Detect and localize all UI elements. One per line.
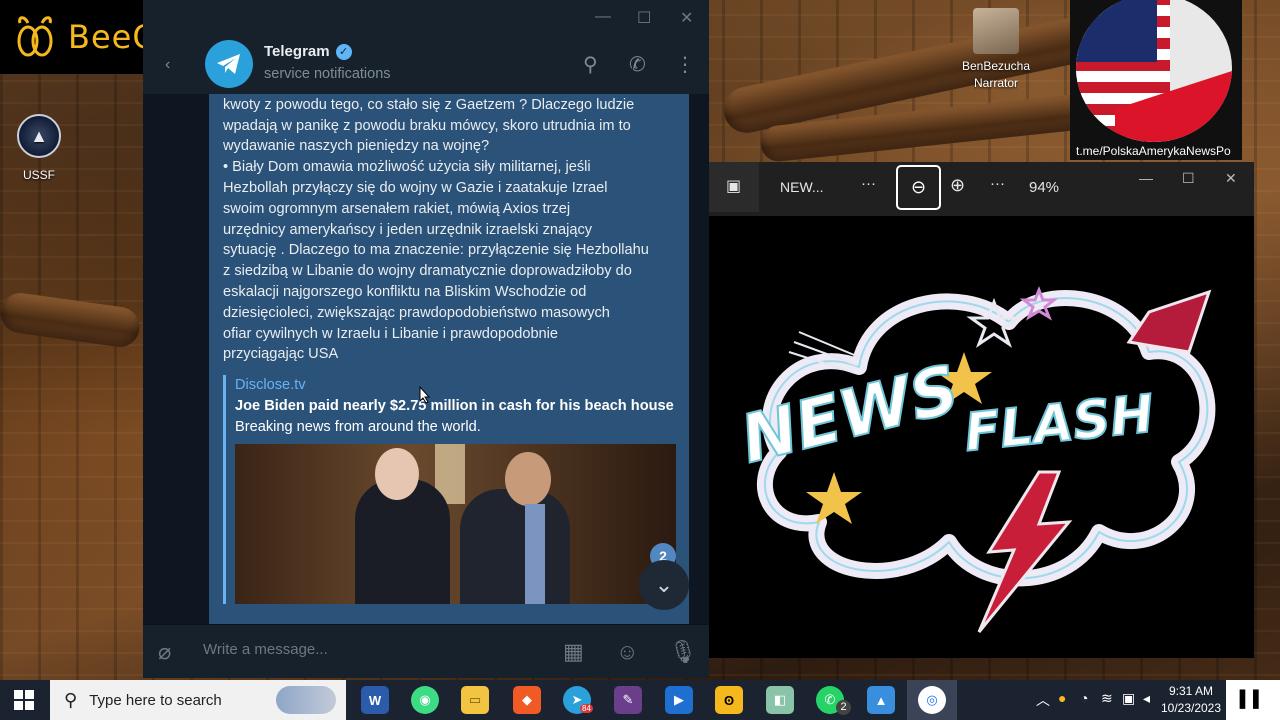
chevron-down-icon: ⌄ <box>654 572 674 597</box>
notes-app-icon[interactable]: ◧ <box>766 686 794 714</box>
whatsapp-badge: 2 <box>836 700 851 715</box>
file-name-tab[interactable]: NEW... <box>780 179 824 195</box>
chat-avatar[interactable] <box>205 40 253 88</box>
gallery-button[interactable]: ▣ <box>709 162 759 212</box>
channel-link: t.me/PolskaAmerykaNewsPo <box>1076 144 1231 158</box>
news-flash-image: NEWS FLASH <box>733 285 1216 633</box>
link-preview[interactable]: Disclose.tv Joe Biden paid nearly $2.75 … <box>223 375 676 604</box>
message-bubble[interactable]: ponieważ wyglądu na to, że mają trudnośc… <box>209 94 689 624</box>
volume-icon[interactable]: ◂ <box>1143 690 1150 707</box>
narrator-role: Narrator <box>973 76 1018 90</box>
telegram-header: — ☐ ✕ ‹ Telegram ✓ service notifications… <box>143 0 709 94</box>
schedule-icon[interactable]: ▦ <box>563 639 584 665</box>
preview-photo[interactable] <box>235 443 676 604</box>
pause-icon[interactable]: ▌▌ <box>1226 680 1280 720</box>
bee-icon <box>17 16 53 57</box>
taskbar: ⚲ Type here to search W ◉ ▭ ◆ ➤ 84 ✎ ▶ ʘ… <box>0 680 1280 720</box>
zoom-out-icon: ⊖ <box>910 177 927 197</box>
close-icon[interactable]: ✕ <box>1225 170 1237 187</box>
narrator-badge: BenBezucha Narrator <box>955 8 1037 92</box>
more-options-icon[interactable]: ··· <box>861 175 876 192</box>
us-poland-flag-icon <box>1076 0 1232 142</box>
telegram-window: — ☐ ✕ ‹ Telegram ✓ service notifications… <box>143 0 709 678</box>
clock-date: 10/23/2023 <box>1160 701 1222 715</box>
preview-title: Joe Biden paid nearly $2.75 million in c… <box>235 397 674 414</box>
search-highlight-art <box>276 686 336 714</box>
mouse-cursor-icon <box>419 386 431 404</box>
news-flash-line2: FLASH <box>962 384 1157 464</box>
windows-start-icon[interactable] <box>14 690 34 710</box>
paint-app-icon[interactable]: ✎ <box>614 686 642 714</box>
chrome-icon[interactable]: ◎ <box>918 686 946 714</box>
photos-window: ▣ NEW... ··· ⊖ ⊕ ··· 94% — ☐ ✕ NEWS FLAS… <box>709 162 1254 658</box>
message-input[interactable]: Write a message... <box>203 641 328 658</box>
preview-description: Breaking news from around the world. <box>235 418 481 435</box>
message-list[interactable]: ponieważ wyglądu na to, że mają trudnośc… <box>143 94 709 624</box>
maximize-icon[interactable]: ☐ <box>1182 170 1195 187</box>
telegram-taskbar-badge: 84 <box>580 704 593 713</box>
search-icon: ⚲ <box>64 689 78 710</box>
more-options-icon[interactable]: ··· <box>990 175 1005 192</box>
verified-icon: ✓ <box>335 43 352 60</box>
taskbar-search[interactable]: ⚲ Type here to search <box>50 680 346 720</box>
compose-bar: ⌀ Write a message... ▦ ☺ 🎙 <box>143 624 709 678</box>
brave-browser-icon[interactable]: ◆ <box>513 686 541 714</box>
notification-icon[interactable]: ▣ <box>1122 690 1135 707</box>
chat-status: service notifications <box>264 66 391 82</box>
emoji-icon[interactable]: ☺ <box>616 639 638 665</box>
more-vertical-icon[interactable]: ⋮ <box>675 52 695 77</box>
beecut-taskbar-icon[interactable]: ʘ <box>715 686 743 714</box>
zoom-in-icon[interactable]: ⊕ <box>950 175 965 196</box>
media-player-icon[interactable]: ▶ <box>665 686 693 714</box>
chat-title[interactable]: Telegram ✓ <box>264 43 352 60</box>
photos-taskbar-icon[interactable]: ▲ <box>867 686 895 714</box>
close-icon[interactable]: ✕ <box>680 8 693 28</box>
ussf-emblem-icon: ▲ <box>17 114 61 158</box>
chat-name: Telegram <box>264 43 330 60</box>
search-placeholder: Type here to search <box>89 691 222 709</box>
phone-icon[interactable]: ✆ <box>629 52 646 77</box>
clock-time: 9:31 AM <box>1168 684 1214 698</box>
message-text: ponieważ wyglądu na to, że mają trudnośc… <box>223 96 649 363</box>
tray-app-icon[interactable]: ● <box>1058 690 1066 706</box>
minimize-icon[interactable]: — <box>1139 170 1153 186</box>
attach-icon[interactable]: ⌀ <box>158 639 171 665</box>
scroll-down-button[interactable]: ⌄ <box>639 560 689 610</box>
file-explorer-icon[interactable]: ▭ <box>461 686 489 714</box>
wifi-icon[interactable]: ≋ <box>1101 690 1113 707</box>
narrator-avatar <box>973 8 1019 54</box>
preview-site[interactable]: Disclose.tv <box>235 375 675 396</box>
telegram-plane-icon <box>217 54 240 74</box>
microphone-icon[interactable]: 🎙 <box>669 639 697 665</box>
taskbar-clock[interactable]: 9:31 AM 10/23/2023 <box>1158 683 1224 717</box>
zoom-level[interactable]: 94% <box>1029 179 1059 196</box>
zoom-out-button[interactable]: ⊖ <box>896 165 941 210</box>
back-arrow-icon[interactable]: ‹ <box>165 56 170 74</box>
minimize-icon[interactable]: — <box>595 8 611 26</box>
tray-app-icon[interactable]: ◔ <box>1080 690 1088 706</box>
desktop-icon-ussf[interactable]: ▲ USSF <box>10 114 68 182</box>
image-icon: ▣ <box>726 178 742 195</box>
narrator-name: BenBezucha <box>961 59 1031 73</box>
photos-toolbar: ▣ NEW... ··· ⊖ ⊕ ··· 94% — ☐ ✕ <box>709 162 1254 216</box>
android-app-icon[interactable]: ◉ <box>411 686 439 714</box>
word-icon[interactable]: W <box>361 686 389 714</box>
search-icon[interactable]: ⚲ <box>583 52 598 77</box>
desktop-icon-label: USSF <box>22 168 55 182</box>
flag-overlay: t.me/PolskaAmerykaNewsPo <box>1070 0 1242 160</box>
maximize-icon[interactable]: ☐ <box>637 8 651 28</box>
tray-chevron-up-icon[interactable]: ︿ <box>1036 690 1050 710</box>
